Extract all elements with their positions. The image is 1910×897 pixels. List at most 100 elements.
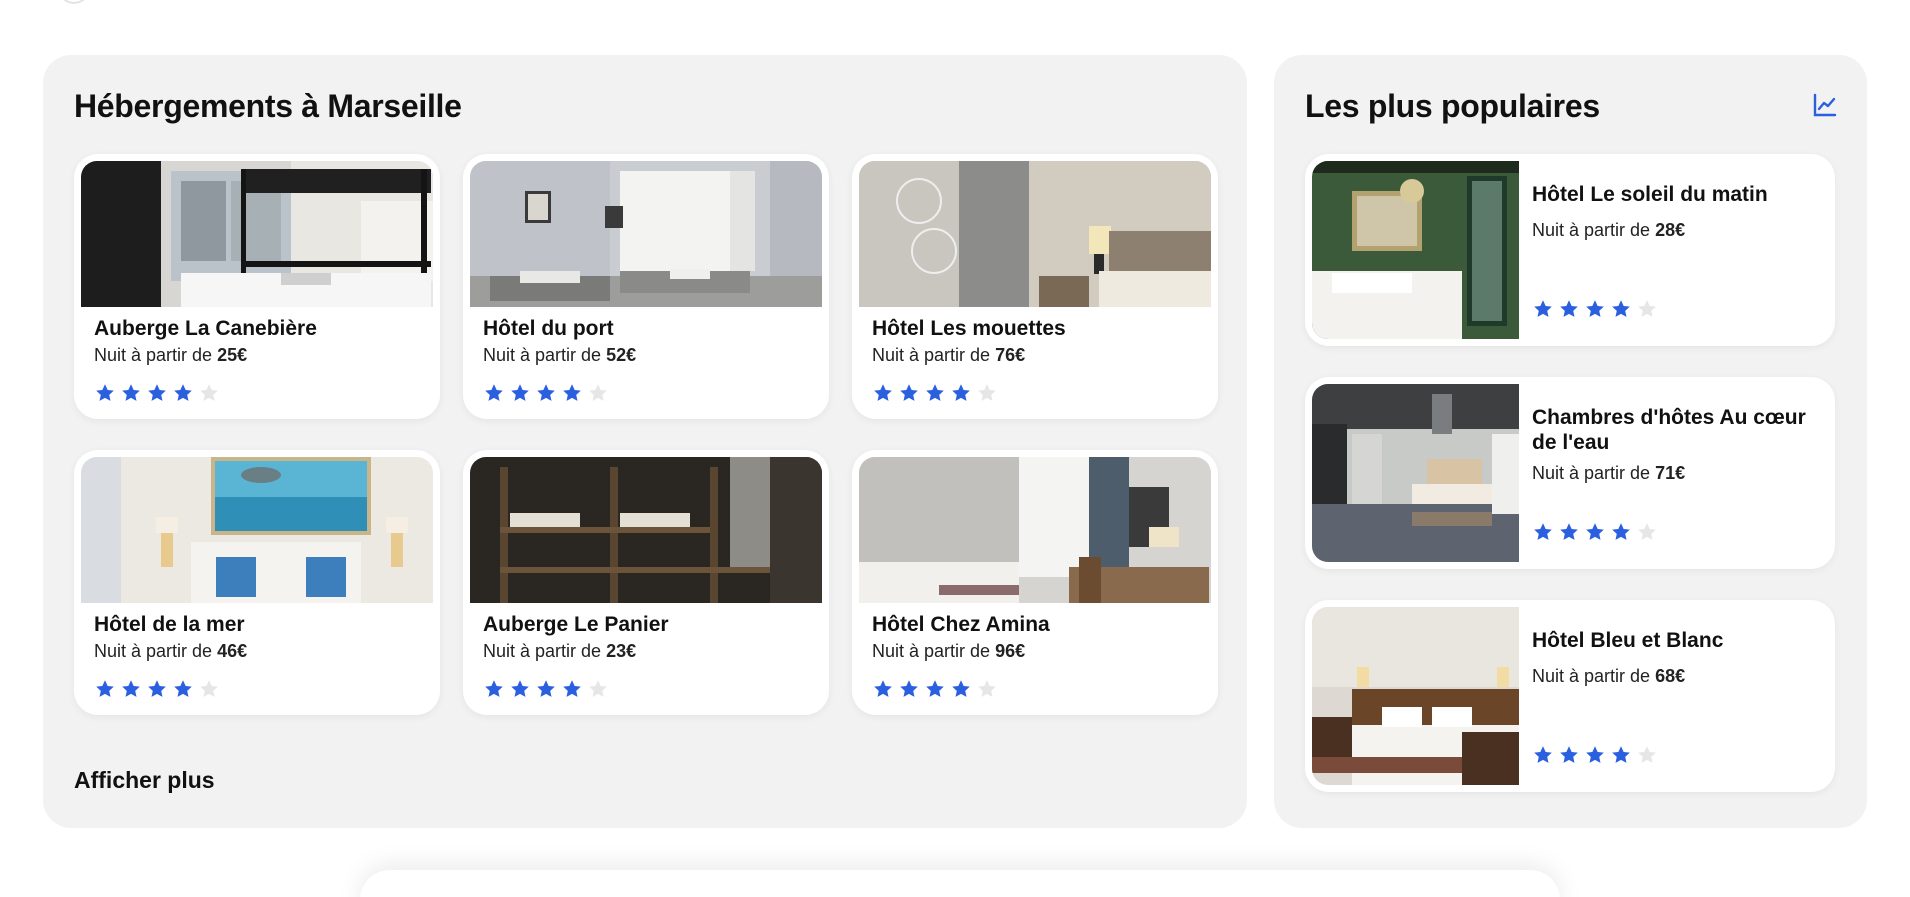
star-filled-icon xyxy=(1586,746,1604,763)
star-filled-icon xyxy=(96,384,114,401)
star-empty-icon xyxy=(1638,300,1656,317)
star-empty-icon xyxy=(589,680,607,697)
star-empty-icon xyxy=(978,680,996,697)
star-filled-icon xyxy=(563,680,581,697)
price-value: 71€ xyxy=(1655,463,1686,483)
avatar-edge xyxy=(58,0,90,4)
hotel-photo xyxy=(81,161,433,307)
hotel-photo xyxy=(859,161,1211,307)
hotel-price: Nuit à partir de 25€ xyxy=(94,345,247,366)
hotel-card[interactable]: Hôtel du port Nuit à partir de 52€ xyxy=(463,154,829,419)
star-filled-icon xyxy=(122,384,140,401)
hotel-photo xyxy=(859,457,1211,603)
star-empty-icon xyxy=(200,384,218,401)
star-filled-icon xyxy=(511,384,529,401)
star-filled-icon xyxy=(511,680,529,697)
show-more-link[interactable]: Afficher plus xyxy=(74,767,215,794)
star-filled-icon xyxy=(174,680,192,697)
hotel-price: Nuit à partir de 52€ xyxy=(483,345,636,366)
star-rating xyxy=(872,678,998,700)
hotel-price: Nuit à partir de 96€ xyxy=(872,641,1025,662)
price-value: 28€ xyxy=(1655,220,1686,240)
star-filled-icon xyxy=(563,384,581,401)
star-filled-icon xyxy=(537,680,555,697)
star-empty-icon xyxy=(200,680,218,697)
hotel-card[interactable]: Hôtel Les mouettes Nuit à partir de 76€ xyxy=(852,154,1218,419)
hotel-name: Hôtel Bleu et Blanc xyxy=(1532,629,1724,652)
star-filled-icon xyxy=(952,680,970,697)
star-rating xyxy=(1532,521,1658,543)
price-prefix: Nuit à partir de xyxy=(1532,463,1656,483)
price-value: 76€ xyxy=(995,345,1026,365)
star-rating xyxy=(483,382,609,404)
star-empty-icon xyxy=(1638,523,1656,540)
price-value: 52€ xyxy=(606,345,637,365)
panel-title: Les plus populaires xyxy=(1305,88,1600,124)
hotel-card[interactable]: Auberge Le Panier Nuit à partir de 23€ xyxy=(463,450,829,715)
hotel-name: Hôtel Le soleil du matin xyxy=(1532,183,1768,206)
price-prefix: Nuit à partir de xyxy=(1532,220,1656,240)
star-filled-icon xyxy=(537,384,555,401)
hotel-name: Hôtel Chez Amina xyxy=(872,613,1050,636)
star-empty-icon xyxy=(589,384,607,401)
star-filled-icon xyxy=(174,384,192,401)
hotel-name: Chambres d'hôtes Au cœur de l'eau xyxy=(1532,406,1806,454)
star-filled-icon xyxy=(1586,300,1604,317)
price-prefix: Nuit à partir de xyxy=(94,641,218,661)
hotel-price: Nuit à partir de 76€ xyxy=(872,345,1025,366)
star-rating xyxy=(1532,298,1658,320)
star-filled-icon xyxy=(874,384,892,401)
price-value: 23€ xyxy=(606,641,637,661)
hotel-photo xyxy=(81,457,433,603)
hotel-name: Hôtel Les mouettes xyxy=(872,317,1066,340)
popular-hotel-card[interactable]: Hôtel Le soleil du matin Nuit à partir d… xyxy=(1305,154,1835,346)
price-value: 25€ xyxy=(217,345,248,365)
hotel-price: Nuit à partir de 71€ xyxy=(1532,463,1685,484)
price-prefix: Nuit à partir de xyxy=(483,641,607,661)
star-rating xyxy=(94,678,220,700)
star-filled-icon xyxy=(122,680,140,697)
star-rating xyxy=(872,382,998,404)
accommodations-panel: Hébergements à Marseille Auberge La Cane… xyxy=(43,55,1247,828)
popular-hotel-card[interactable]: Hôtel Bleu et Blanc Nuit à partir de 68€ xyxy=(1305,600,1835,792)
hotel-card[interactable]: Auberge La Canebière Nuit à partir de 25… xyxy=(74,154,440,419)
star-filled-icon xyxy=(485,384,503,401)
star-filled-icon xyxy=(1560,300,1578,317)
bottom-bar xyxy=(360,870,1560,897)
star-rating xyxy=(1532,744,1658,766)
trending-chart-icon[interactable] xyxy=(1811,91,1839,119)
hotel-card[interactable]: Hôtel de la mer Nuit à partir de 46€ xyxy=(74,450,440,715)
star-empty-icon xyxy=(978,384,996,401)
star-filled-icon xyxy=(952,384,970,401)
star-filled-icon xyxy=(148,680,166,697)
star-rating xyxy=(94,382,220,404)
panel-title: Hébergements à Marseille xyxy=(74,88,462,124)
hotel-card[interactable]: Hôtel Chez Amina Nuit à partir de 96€ xyxy=(852,450,1218,715)
price-prefix: Nuit à partir de xyxy=(872,641,996,661)
hotel-photo xyxy=(470,161,822,307)
hotel-photo xyxy=(1312,384,1519,562)
hotel-photo xyxy=(470,457,822,603)
star-filled-icon xyxy=(1560,523,1578,540)
price-value: 96€ xyxy=(995,641,1026,661)
price-value: 46€ xyxy=(217,641,248,661)
star-filled-icon xyxy=(900,680,918,697)
hotel-photo xyxy=(1312,161,1519,339)
star-filled-icon xyxy=(1612,746,1630,763)
star-filled-icon xyxy=(148,384,166,401)
star-filled-icon xyxy=(96,680,114,697)
hotel-price: Nuit à partir de 68€ xyxy=(1532,666,1685,687)
star-filled-icon xyxy=(1586,523,1604,540)
popular-hotel-card[interactable]: Chambres d'hôtes Au cœur de l'eau Nuit à… xyxy=(1305,377,1835,569)
popular-panel: Les plus populaires Hôtel Le soleil du m… xyxy=(1274,55,1867,828)
star-filled-icon xyxy=(900,384,918,401)
star-filled-icon xyxy=(926,384,944,401)
hotel-photo xyxy=(1312,607,1519,785)
hotel-name: Auberge Le Panier xyxy=(483,613,669,636)
star-rating xyxy=(483,678,609,700)
price-prefix: Nuit à partir de xyxy=(94,345,218,365)
hotel-name: Auberge La Canebière xyxy=(94,317,317,340)
hotel-name: Hôtel de la mer xyxy=(94,613,245,636)
price-prefix: Nuit à partir de xyxy=(483,345,607,365)
hotel-price: Nuit à partir de 46€ xyxy=(94,641,247,662)
